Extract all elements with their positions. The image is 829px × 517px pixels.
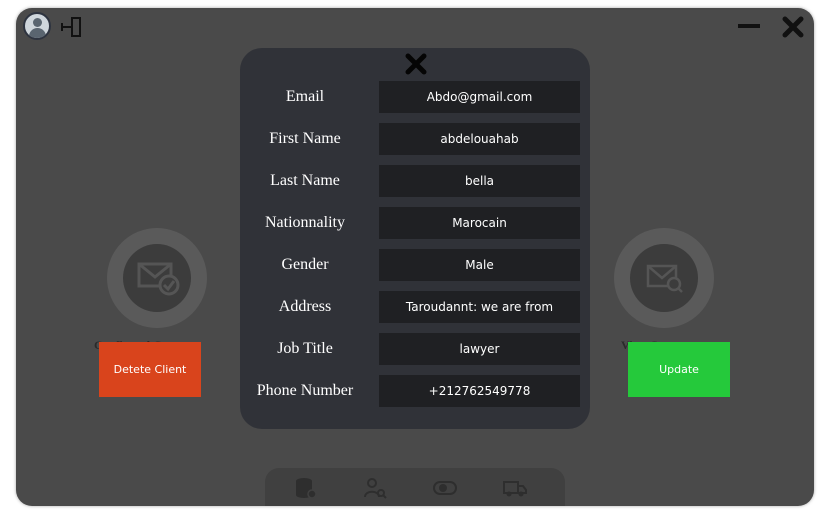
confirmed-crystal-circle[interactable] [107,228,207,328]
email-field[interactable]: Abdo@gmail.com [379,81,580,113]
user-avatar-icon[interactable] [23,12,51,40]
minimize-icon[interactable] [738,21,760,31]
database-icon[interactable] [293,476,317,500]
toggle-icon[interactable] [433,476,457,500]
address-label: Address [278,298,332,315]
last-name-field[interactable]: bella [379,165,580,197]
phone-number-field[interactable]: +212762549778 [379,375,580,407]
nationality-field[interactable]: Marocain [379,207,580,239]
view-crystal-circle[interactable] [614,228,714,328]
truck-icon[interactable] [503,476,527,500]
logout-icon[interactable] [60,16,84,38]
delete-client-button[interactable]: Detete Client [99,342,201,397]
gender-field[interactable]: Male [379,249,580,281]
user-search-icon[interactable] [363,476,387,500]
job-title-label: Job Title [277,340,333,357]
update-button[interactable]: Update [628,342,730,397]
mail-check-icon [137,262,180,296]
email-label: Email [285,88,325,105]
nationality-label: Nationnality [265,214,345,231]
client-details-modal: Email Abdo@gmail.com First Name abdeloua… [240,48,590,429]
first-name-label: First Name [269,130,341,147]
last-name-label: Last Name [270,172,340,189]
mail-view-icon [646,264,683,293]
phone-number-label: Phone Number [256,382,354,399]
bottom-nav-bar [265,468,565,506]
first-name-field[interactable]: abdelouahab [379,123,580,155]
close-icon[interactable] [405,53,427,75]
address-field[interactable]: Taroudannt: we are from [379,291,580,323]
gender-label: Gender [281,256,329,273]
job-title-field[interactable]: lawyer [379,333,580,365]
close-icon[interactable] [782,16,804,38]
